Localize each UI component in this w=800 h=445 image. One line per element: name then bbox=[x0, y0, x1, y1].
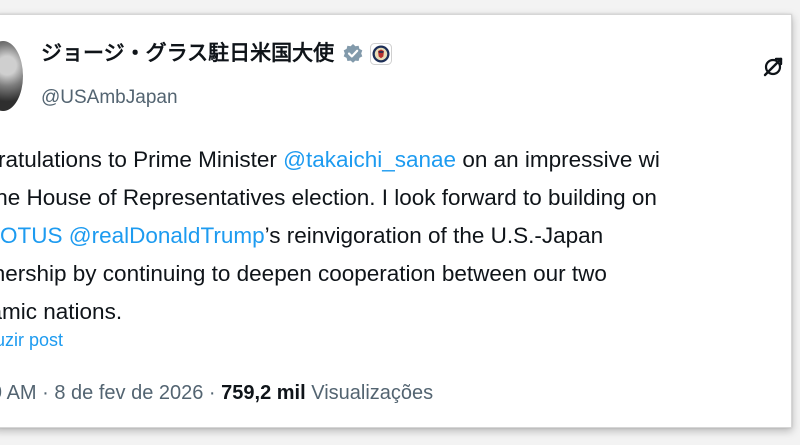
tweet-line: namic nations. bbox=[0, 299, 123, 324]
meta-separator: · bbox=[203, 382, 222, 404]
author-name-row: ジョージ・グラス駐日米国大使 bbox=[41, 39, 393, 69]
meta-separator: · bbox=[36, 382, 55, 404]
verified-badge-icon[interactable] bbox=[342, 43, 364, 65]
tweet-line: the House of Representatives election. I… bbox=[0, 185, 657, 210]
tweet-text-segment: on an impressive wi bbox=[456, 147, 660, 172]
tweet-text: ngratulations to Prime Minister @takaich… bbox=[0, 141, 791, 331]
mention-link-realdonaldtrump[interactable]: @realDonaldTrump bbox=[69, 223, 265, 248]
grok-icon bbox=[762, 56, 784, 83]
embassy-seal-icon[interactable] bbox=[370, 43, 393, 65]
author-handle[interactable]: @USAmbJapan bbox=[41, 85, 178, 111]
tweet-date[interactable]: 8 de fev de 2026 bbox=[54, 382, 203, 404]
avatar[interactable] bbox=[0, 41, 23, 111]
tweet-text-segment: ’s reinvigoration of the U.S.-Japan bbox=[264, 223, 604, 248]
tweet-line: POTUS @realDonaldTrump’s reinvigoration … bbox=[0, 217, 791, 255]
tweet-text-segment: ngratulations to Prime Minister bbox=[0, 147, 284, 172]
tweet-time[interactable]: 9 AM bbox=[0, 382, 37, 404]
views-label: Visualizações bbox=[305, 382, 434, 404]
mention-link-potus[interactable]: POTUS bbox=[0, 223, 63, 248]
tweet-card: ジョージ・グラス駐日米国大使 @USAmbJapan ngratulations… bbox=[0, 14, 792, 428]
translate-post-link[interactable]: duzir post bbox=[0, 327, 63, 353]
author-display-name[interactable]: ジョージ・グラス駐日米国大使 bbox=[41, 39, 334, 69]
views-count: 759,2 mil bbox=[221, 382, 306, 404]
tweet-line: rtnership by continuing to deepen cooper… bbox=[0, 261, 607, 286]
mention-link-takaichi[interactable]: @takaichi_sanae bbox=[283, 147, 456, 172]
tweet-line: ngratulations to Prime Minister @takaich… bbox=[0, 141, 791, 179]
grok-button[interactable] bbox=[759, 55, 787, 83]
tweet-meta: 9 AM · 8 de fev de 2026 · 759,2 mil Visu… bbox=[0, 379, 433, 407]
